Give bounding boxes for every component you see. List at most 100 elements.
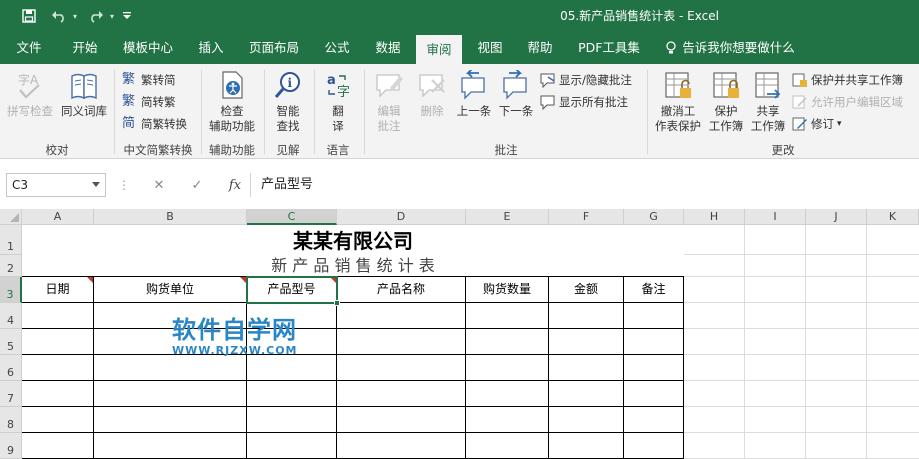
tab-home[interactable]: 开始 xyxy=(62,32,108,64)
column-header-e[interactable]: E xyxy=(466,209,549,225)
formula-input[interactable]: 产品型号 xyxy=(250,173,919,197)
delete-label: 删除 xyxy=(420,104,444,118)
table-header-remarks[interactable]: 备注 xyxy=(624,277,683,302)
previous-comment-button[interactable]: 上一条 xyxy=(454,70,494,119)
watermark-title: 软件自学网 xyxy=(172,316,297,344)
edit-comment-button[interactable]: 编辑 批注 xyxy=(368,70,410,134)
delete-comment-button[interactable]: 删除 xyxy=(412,70,452,119)
allow-edit-ranges-button[interactable]: 允许用户编辑区域 xyxy=(792,92,903,112)
tell-me-search[interactable]: 告诉我你想要做什么 xyxy=(660,32,800,64)
convert-label: 简繁转换 xyxy=(141,117,187,131)
column-header-f[interactable]: F xyxy=(549,209,624,225)
table-border xyxy=(93,276,94,459)
traditional-to-simplified-icon: 繁 xyxy=(122,72,136,87)
window-title: 05.新产品销售统计表 - Excel xyxy=(560,9,719,23)
table-header-amount[interactable]: 金额 xyxy=(549,277,623,302)
protect-workbook-button[interactable]: 保护 工作簿 xyxy=(706,70,746,134)
thesaurus-button[interactable]: 同义词库 xyxy=(58,70,110,119)
show-hide-label: 显示/隐藏批注 xyxy=(559,73,632,87)
row-header-3[interactable]: 3 xyxy=(0,277,22,303)
column-header-a[interactable]: A xyxy=(22,209,94,225)
svg-text:i: i xyxy=(288,76,293,90)
column-header-b[interactable]: B xyxy=(94,209,247,225)
column-header-k[interactable]: K xyxy=(867,209,919,225)
tab-templates[interactable]: 模板中心 xyxy=(116,32,180,64)
spell-check-button[interactable]: 字A 拼写检查 xyxy=(4,70,56,119)
table-header-product-name[interactable]: 产品名称 xyxy=(337,277,465,302)
gridline xyxy=(684,432,919,433)
tab-review[interactable]: 审阅 xyxy=(416,35,462,64)
gridline xyxy=(684,406,919,407)
show-hide-comment-button[interactable]: 显示/隐藏批注 xyxy=(540,70,632,90)
table-header-buyer[interactable]: 购货单位 xyxy=(94,277,246,302)
column-header-d[interactable]: D xyxy=(337,209,466,225)
translate-button[interactable]: a字 翻 译 xyxy=(318,70,358,134)
t2s-label: 繁转简 xyxy=(141,73,176,87)
tab-page-layout[interactable]: 页面布局 xyxy=(242,32,306,64)
row-header-8[interactable]: 8 xyxy=(0,407,22,433)
row-header-9[interactable]: 9 xyxy=(0,433,22,459)
traditional-to-simplified-button[interactable]: 繁 繁转简 xyxy=(122,70,176,90)
formula-bar: C3 ⋮ ✕ ✓ fx 产品型号 xyxy=(0,160,919,210)
group-separator xyxy=(114,70,115,154)
show-hide-comment-icon xyxy=(540,73,555,88)
simplified-to-traditional-button[interactable]: 繁 简转繁 xyxy=(122,92,176,112)
tab-data[interactable]: 数据 xyxy=(366,32,410,64)
enter-icon[interactable]: ✓ xyxy=(178,178,216,193)
row-header-5[interactable]: 5 xyxy=(0,329,22,355)
share-workbook-button[interactable]: 共享 工作簿 xyxy=(748,70,788,134)
spell-check-icon: 字A xyxy=(18,72,40,99)
chinese-conversion-button[interactable]: 简 简繁转换 xyxy=(122,114,187,134)
name-box[interactable]: C3 xyxy=(6,173,106,197)
comment-indicator-icon[interactable] xyxy=(87,277,93,283)
column-header-h[interactable]: H xyxy=(684,209,745,225)
insert-function-icon[interactable]: fx xyxy=(216,178,254,193)
share-workbook-icon xyxy=(755,72,781,99)
show-all-comments-button[interactable]: 显示所有批注 xyxy=(540,92,628,112)
svg-text:字A: 字A xyxy=(18,72,39,87)
check-accessibility-button[interactable]: 检查 辅助功能 xyxy=(204,70,260,134)
track-changes-button[interactable]: 修订 ▾ xyxy=(792,114,842,134)
column-header-c[interactable]: C xyxy=(247,209,337,225)
row-header-2[interactable]: 2 xyxy=(0,255,22,277)
select-all-corner[interactable] xyxy=(0,209,22,225)
column-header-g[interactable]: G xyxy=(624,209,684,225)
sheet-title[interactable]: 某某有限公司 xyxy=(22,225,684,255)
tab-pdf-tools[interactable]: PDF工具集 xyxy=(572,32,646,64)
row-header-6[interactable]: 6 xyxy=(0,355,22,381)
check-l2: 辅助功能 xyxy=(209,119,255,133)
active-cell-selection[interactable] xyxy=(246,276,340,306)
row-header-7[interactable]: 7 xyxy=(0,381,22,407)
tab-formulas[interactable]: 公式 xyxy=(314,32,360,64)
column-header-i[interactable]: I xyxy=(745,209,806,225)
table-header-quantity[interactable]: 购货数量 xyxy=(466,277,548,302)
tab-insert[interactable]: 插入 xyxy=(190,32,232,64)
tab-help[interactable]: 帮助 xyxy=(518,32,562,64)
protect-share-workbook-button[interactable]: 保护并共享工作簿 xyxy=(792,70,903,90)
chevron-down-icon[interactable] xyxy=(92,182,100,187)
next-comment-icon xyxy=(503,70,527,100)
formula-bar-grip-icon[interactable]: ⋮ xyxy=(118,173,130,197)
gridline xyxy=(684,328,919,329)
row-header-1[interactable]: 1 xyxy=(0,225,22,255)
previous-comment-icon xyxy=(461,70,485,100)
group-label-language: 语言 xyxy=(326,143,350,157)
row-header-4[interactable]: 4 xyxy=(0,303,22,329)
table-header-date[interactable]: 日期 xyxy=(22,277,93,302)
table-border xyxy=(22,302,684,303)
smart-lookup-button[interactable]: i 智能 查找 xyxy=(268,70,308,134)
unprotect-sheet-button[interactable]: 撤消工 作表保护 xyxy=(652,70,704,134)
sheet-subtitle[interactable]: 新 产 品 销 售 统 计 表 xyxy=(22,255,684,277)
fill-handle[interactable] xyxy=(334,300,340,306)
tab-view[interactable]: 视图 xyxy=(468,32,512,64)
cancel-icon[interactable]: ✕ xyxy=(140,178,178,193)
column-header-j[interactable]: J xyxy=(806,209,867,225)
next-comment-button[interactable]: 下一条 xyxy=(496,70,536,119)
tab-file[interactable]: 文件 xyxy=(8,32,50,64)
group-label-changes: 更改 xyxy=(771,143,795,157)
formula-buttons: ✕ ✓ fx xyxy=(140,173,254,197)
worksheet-grid[interactable]: A B C D E F G H I J K 1 2 3 4 5 6 7 8 9 … xyxy=(0,209,919,459)
protect-share-label: 保护并共享工作簿 xyxy=(811,73,903,87)
unprotect-l1: 撤消工 xyxy=(660,104,696,118)
translate-l1: 翻 xyxy=(332,104,344,118)
